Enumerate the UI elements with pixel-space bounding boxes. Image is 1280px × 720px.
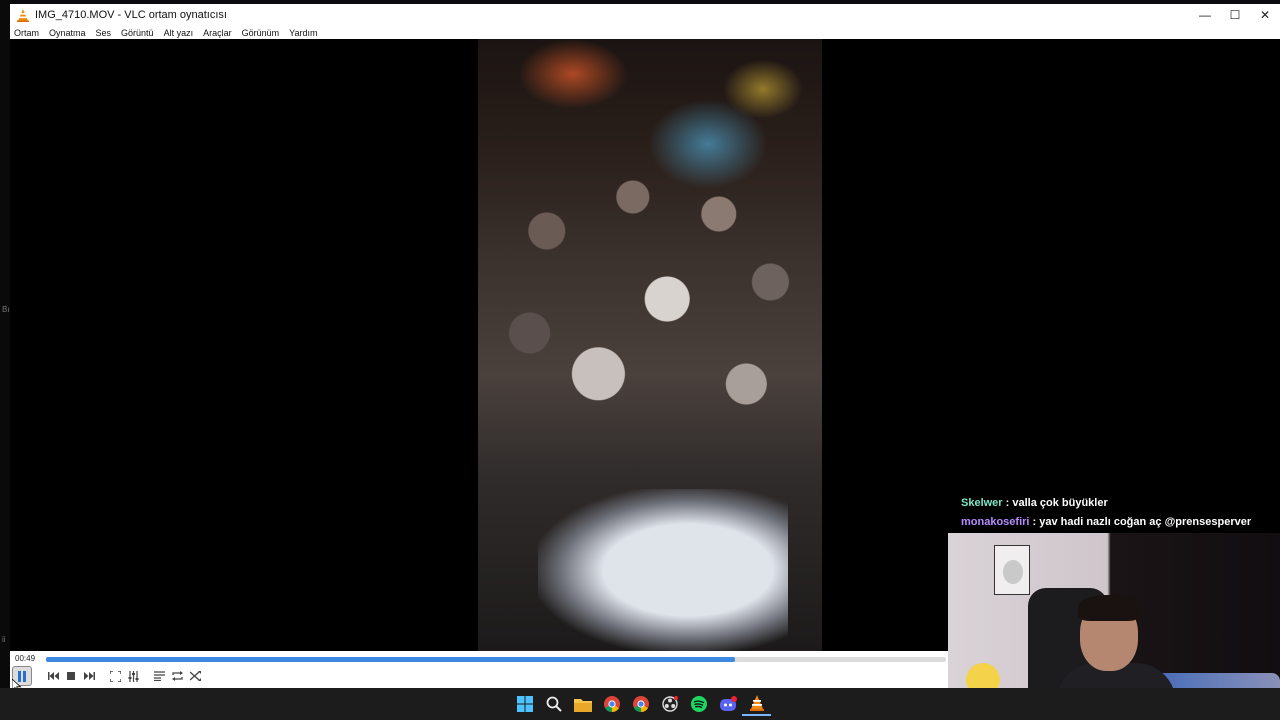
fullscreen-button[interactable]: [106, 667, 124, 685]
exit-light: [723, 59, 803, 119]
file-explorer-icon[interactable]: [568, 692, 597, 716]
maximize-button[interactable]: ☐: [1220, 4, 1250, 26]
control-bar: 00:49: [10, 651, 948, 688]
vlc-cone-icon: [15, 7, 31, 23]
video-frame[interactable]: [478, 39, 822, 651]
stop-button[interactable]: [62, 667, 80, 685]
cat-picture: [1003, 560, 1023, 584]
loop-icon: [171, 671, 183, 681]
vlc-icon[interactable]: [742, 692, 771, 716]
dance-floor: [538, 489, 788, 651]
menu-gorunum[interactable]: Görünüm: [242, 28, 280, 38]
menu-araclar[interactable]: Araçlar: [203, 28, 232, 38]
extended-settings-icon: [128, 670, 139, 682]
spotify-icon[interactable]: [684, 692, 713, 716]
chat-separator: :: [1029, 516, 1040, 528]
menu-oynatma[interactable]: Oynatma: [49, 28, 86, 38]
left-edge-mark-2: ii: [2, 635, 6, 644]
crowd: [478, 129, 822, 469]
seek-bar-fill: [46, 657, 735, 662]
menu-bar: Ortam Oynatma Ses Görüntü Alt yazı Araçl…: [10, 26, 1280, 39]
previous-button[interactable]: [44, 667, 62, 685]
previous-icon: [47, 672, 59, 680]
chrome-icon-2[interactable]: [626, 692, 655, 716]
title-bar: IMG_4710.MOV - VLC ortam oynatıcısı — ☐ …: [10, 4, 1280, 26]
stream-chat-overlay: Skelwer : valla çok büyükler monakosefir…: [961, 497, 1251, 535]
bar-light: [518, 39, 628, 109]
search-icon[interactable]: [539, 692, 568, 716]
fullscreen-icon: [109, 670, 121, 682]
taskbar: [0, 688, 1280, 720]
chat-separator: :: [1002, 497, 1013, 509]
next-icon: [83, 672, 95, 680]
wall-poster: [994, 545, 1030, 595]
minimize-button[interactable]: —: [1190, 4, 1220, 26]
elapsed-time: 00:49: [15, 654, 36, 663]
menu-goruntu[interactable]: Görüntü: [121, 28, 154, 38]
menu-ses[interactable]: Ses: [96, 28, 112, 38]
windows-start-icon[interactable]: [510, 692, 539, 716]
close-button[interactable]: ✕: [1250, 4, 1280, 26]
stop-icon: [67, 672, 75, 680]
extended-settings-button[interactable]: [124, 667, 142, 685]
left-screen-edge: Bı ii: [0, 0, 10, 690]
loop-button[interactable]: [168, 667, 186, 685]
obs-icon[interactable]: [655, 692, 684, 716]
shuffle-icon: [189, 671, 201, 681]
menu-alt-yazi[interactable]: Alt yazı: [164, 28, 194, 38]
control-buttons: [12, 666, 204, 686]
left-edge-mark-1: Bı: [2, 305, 10, 314]
chrome-icon[interactable]: [597, 692, 626, 716]
shuffle-button[interactable]: [186, 667, 204, 685]
chat-text: yav hadi nazlı coğan aç @prensesperver: [1039, 516, 1252, 528]
window-title: IMG_4710.MOV - VLC ortam oynatıcısı: [35, 9, 227, 21]
desktop: Bı ii IMG_4710.MOV - VLC ortam oynatıcıs…: [0, 0, 1280, 720]
chat-message: Skelwer : valla çok büyükler: [961, 497, 1251, 516]
streamer-hair: [1078, 595, 1140, 621]
seek-bar[interactable]: [46, 657, 946, 662]
chat-text: valla çok büyükler: [1012, 497, 1108, 509]
playlist-button[interactable]: [150, 667, 168, 685]
playlist-icon: [153, 671, 165, 681]
discord-icon[interactable]: [713, 692, 742, 716]
chat-username: Skelwer: [961, 497, 1003, 509]
next-button[interactable]: [80, 667, 98, 685]
chat-username: monakosefiri: [961, 516, 1030, 528]
menu-yardim[interactable]: Yardım: [289, 28, 317, 38]
menu-ortam[interactable]: Ortam: [14, 28, 39, 38]
